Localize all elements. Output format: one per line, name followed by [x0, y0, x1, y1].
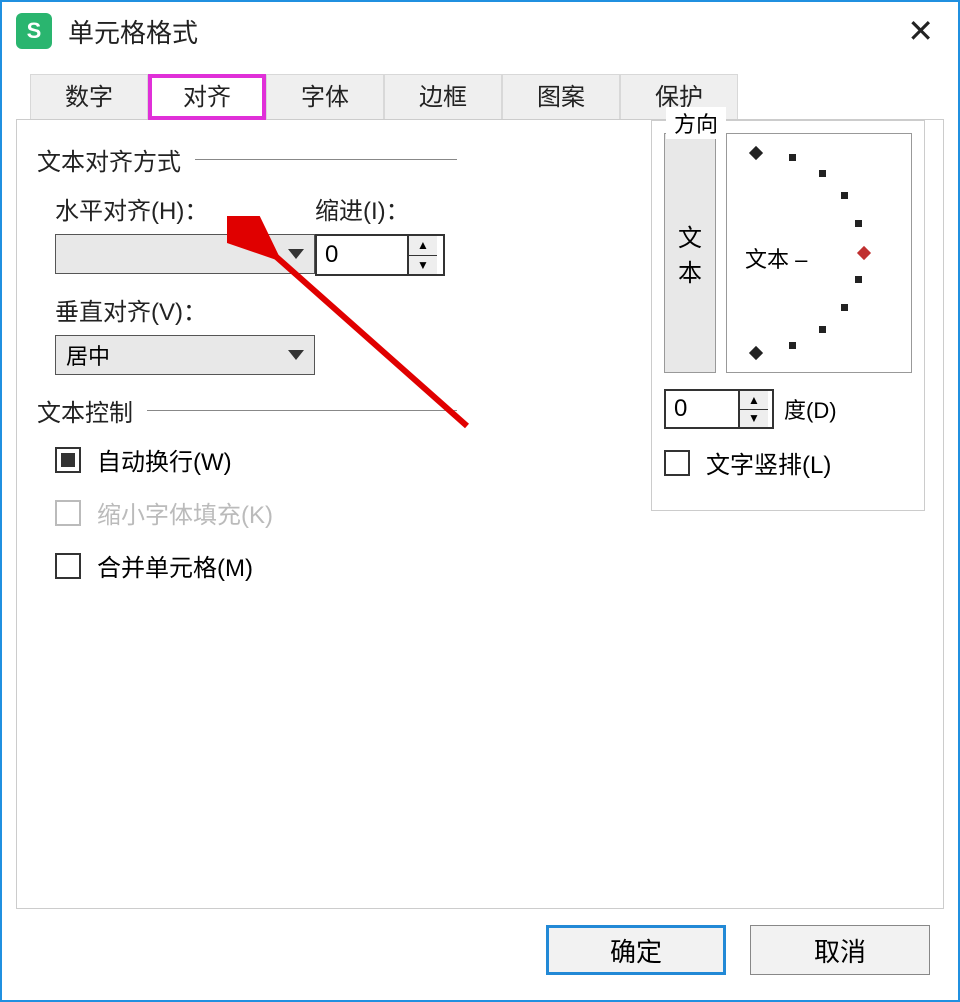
alignment-panel: 文本对齐方式 水平对齐(H)： 缩进(I)： ▲ ▼: [16, 119, 944, 909]
shrink-row: 缩小字体填充(K): [55, 495, 457, 530]
degree-label: 度(D): [784, 393, 837, 425]
degree-up-button[interactable]: ▲: [740, 391, 768, 410]
arc-label: 文本 –: [745, 242, 807, 274]
vbtn-char1: 文: [678, 218, 702, 253]
text-control-group-label: 文本控制: [37, 393, 133, 428]
degree-spinner[interactable]: ▲ ▼: [664, 389, 774, 429]
v-align-combo[interactable]: 居中: [55, 335, 315, 375]
merge-checkbox[interactable]: [55, 553, 81, 579]
vertical-layout-checkbox[interactable]: [664, 450, 690, 476]
orientation-arc[interactable]: 文本 –: [726, 133, 912, 373]
close-button[interactable]: ✕: [897, 12, 944, 50]
tab-font[interactable]: 字体: [266, 74, 384, 120]
title-bar: S 单元格格式 ✕: [2, 2, 958, 60]
tab-pattern[interactable]: 图案: [502, 74, 620, 120]
indent-spinner[interactable]: ▲ ▼: [315, 234, 445, 276]
tab-alignment[interactable]: 对齐: [148, 74, 266, 120]
degree-down-button[interactable]: ▼: [740, 410, 768, 428]
tab-strip: 数字 对齐 字体 边框 图案 保护: [30, 74, 958, 120]
v-align-value: 居中: [66, 339, 110, 371]
orientation-group: 方向 文 本 文本 –: [651, 120, 925, 511]
app-icon: S: [16, 13, 52, 49]
merge-row: 合并单元格(M): [55, 548, 457, 583]
shrink-label: 缩小字体填充(K): [97, 495, 273, 530]
chevron-down-icon: [288, 249, 304, 259]
merge-label: 合并单元格(M): [97, 548, 253, 583]
chevron-down-icon: [288, 350, 304, 360]
indent-input[interactable]: [317, 236, 407, 274]
h-align-combo[interactable]: [55, 234, 315, 274]
v-align-label: 垂直对齐(V)：: [55, 292, 457, 327]
wrap-label: 自动换行(W): [97, 442, 232, 477]
wrap-checkbox[interactable]: [55, 447, 81, 473]
tab-number[interactable]: 数字: [30, 74, 148, 120]
text-align-group-title: 文本对齐方式: [37, 142, 457, 177]
tab-border[interactable]: 边框: [384, 74, 502, 120]
shrink-checkbox: [55, 500, 81, 526]
indent-label: 缩进(I)：: [315, 191, 457, 226]
cancel-button[interactable]: 取消: [750, 925, 930, 975]
indent-up-button[interactable]: ▲: [409, 236, 437, 256]
wrap-row: 自动换行(W): [55, 442, 457, 477]
h-align-label: 水平对齐(H)：: [55, 191, 315, 226]
orientation-group-label: 方向: [666, 107, 726, 139]
vertical-text-button[interactable]: 文 本: [664, 133, 716, 373]
text-control-group-title: 文本控制: [37, 393, 457, 428]
button-bar: 确定 取消: [2, 909, 958, 991]
text-align-group-label: 文本对齐方式: [37, 142, 181, 177]
vbtn-char2: 本: [678, 253, 702, 288]
degree-input[interactable]: [666, 391, 738, 427]
indent-down-button[interactable]: ▼: [409, 256, 437, 275]
ok-button[interactable]: 确定: [546, 925, 726, 975]
vertical-layout-label: 文字竖排(L): [706, 445, 831, 480]
window-title: 单元格格式: [68, 13, 198, 50]
